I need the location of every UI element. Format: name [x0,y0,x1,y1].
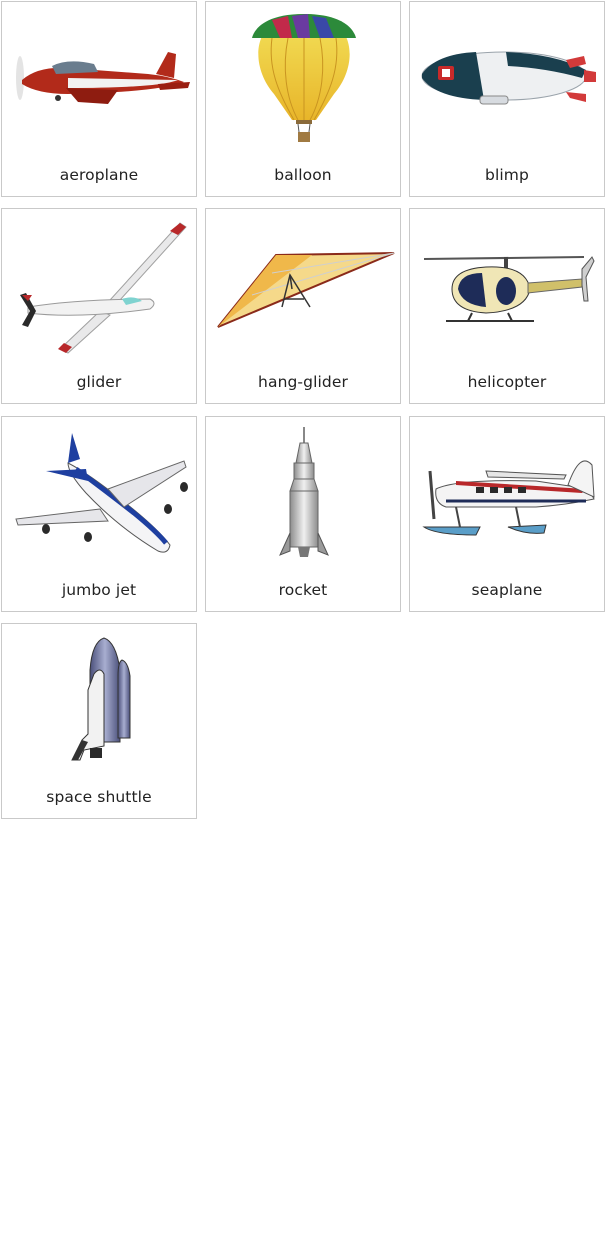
card-rocket[interactable]: rocket [205,416,401,612]
card-balloon[interactable]: balloon [205,1,401,197]
seaplane-icon [416,423,600,563]
card-label: hang-glider [258,373,348,391]
hang-glider-icon [212,215,396,355]
card-glider[interactable]: glider [1,208,197,404]
jumbo-jet-icon [8,423,192,563]
helicopter-icon [416,215,600,355]
glider-icon [8,215,192,355]
card-seaplane[interactable]: seaplane [409,416,605,612]
space-shuttle-icon [8,630,192,770]
card-jumbo-jet[interactable]: jumbo jet [1,416,197,612]
aeroplane-icon [8,8,192,148]
card-label: helicopter [467,373,547,391]
card-space-shuttle[interactable]: space shuttle [1,623,197,819]
rocket-icon [212,423,396,563]
card-label: seaplane [471,581,543,599]
card-helicopter[interactable]: helicopter [409,208,605,404]
card-label: rocket [278,581,328,599]
card-label: aeroplane [59,166,139,184]
card-label: space shuttle [46,788,152,806]
card-label: balloon [274,166,332,184]
card-label: jumbo jet [61,581,137,599]
card-label: blimp [485,166,529,184]
card-label: glider [76,373,122,391]
card-blimp[interactable]: blimp [409,1,605,197]
card-hang-glider[interactable]: hang-glider [205,208,401,404]
hot-air-balloon-icon [212,8,396,148]
card-aeroplane[interactable]: aeroplane [1,1,197,197]
blimp-icon [416,8,600,148]
